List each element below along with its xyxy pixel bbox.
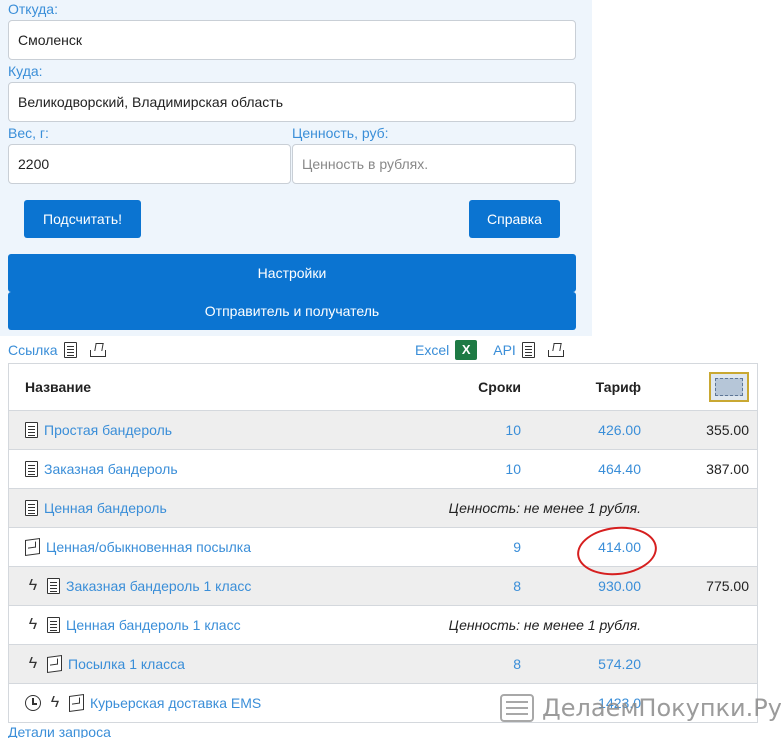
weight-label: Вес, г: (8, 125, 49, 141)
export-toolbar: Excel X API (415, 340, 565, 360)
value-note: Ценность: не менее 1 рубля. (448, 617, 641, 633)
value-label: Ценность, руб: (292, 125, 389, 141)
api-link[interactable]: API (493, 342, 516, 358)
value-note: Ценность: не менее 1 рубля. (448, 500, 641, 516)
table-row: ϟ Посылка 1 класса 8 574.20 (9, 645, 757, 684)
parcel-box-icon (25, 537, 40, 557)
from-input[interactable] (8, 20, 576, 60)
alt-tariff-value: 387.00 (706, 461, 749, 477)
watermark-logo-icon (500, 694, 534, 722)
delivery-time: 8 (513, 578, 521, 594)
lightning-icon: ϟ (28, 577, 38, 594)
parcel-box-icon (47, 654, 62, 674)
excel-icon[interactable]: X (455, 340, 478, 360)
table-row: ϟ Ценная бандероль 1 класс Ценность: не м… (9, 606, 757, 645)
delivery-time: 10 (505, 461, 521, 477)
download-icon[interactable] (89, 343, 107, 357)
service-link[interactable]: Курьерская доставка EMS (90, 695, 261, 711)
service-link[interactable]: Ценная бандероль 1 класс (66, 617, 241, 633)
link-toolbar: Ссылка (8, 340, 107, 360)
table-row: Простая бандероль 10 426.00 355.00 (9, 411, 757, 450)
watermark: ДелаемПокупки.Ру (500, 694, 781, 722)
parcel-box-icon (69, 693, 84, 713)
help-button[interactable]: Справка (469, 200, 560, 238)
delivery-time: 8 (513, 656, 521, 672)
lightning-icon: ϟ (50, 694, 60, 711)
calculate-button[interactable]: Подсчитать! (24, 200, 141, 238)
clipboard-icon[interactable] (521, 342, 535, 358)
parcel-doc-icon (25, 461, 38, 477)
table-header: Название Сроки Тариф (9, 364, 757, 411)
tariff-value[interactable]: 574.20 (598, 645, 641, 683)
request-details-link[interactable]: Детали запроса (8, 724, 111, 738)
service-link[interactable]: Ценная бандероль (44, 500, 167, 516)
service-link[interactable]: Посылка 1 класса (68, 656, 185, 672)
service-link[interactable]: Ценная/обыкновенная посылка (46, 539, 251, 555)
parcel-doc-icon (47, 617, 60, 633)
results-table: Название Сроки Тариф Простая бандероль 1… (8, 363, 758, 723)
download-icon[interactable] (547, 343, 565, 357)
header-time: Сроки (478, 379, 521, 395)
stamp-icon (709, 372, 749, 402)
service-link[interactable]: Простая бандероль (44, 422, 172, 438)
sender-receiver-toggle[interactable]: Отправитель и получатель (8, 292, 576, 330)
lightning-icon: ϟ (28, 616, 38, 633)
header-name: Название (25, 379, 92, 395)
link-button[interactable]: Ссылка (8, 342, 58, 358)
table-row: Ценная бандероль Ценность: не менее 1 ру… (9, 489, 757, 528)
calculator-form: Откуда: Куда: Вес, г: Ценность, руб: Под… (0, 0, 592, 336)
parcel-doc-icon (25, 500, 38, 516)
value-input[interactable] (292, 144, 576, 184)
tariff-value[interactable]: 414.00 (598, 528, 641, 566)
delivery-time: 10 (505, 422, 521, 438)
tariff-value[interactable]: 464.40 (598, 450, 641, 488)
clipboard-icon[interactable] (63, 342, 77, 358)
header-tariff: Тариф (595, 379, 641, 395)
tariff-value[interactable]: 930.00 (598, 567, 641, 605)
lightning-icon: ϟ (28, 655, 38, 672)
table-row: ϟ Заказная бандероль 1 класс 8 930.00 775… (9, 567, 757, 606)
settings-toggle[interactable]: Настройки (8, 254, 576, 292)
from-label: Откуда: (8, 1, 58, 17)
parcel-doc-icon (25, 422, 38, 438)
excel-link[interactable]: Excel (415, 342, 449, 358)
table-row: Ценная/обыкновенная посылка 9 414.00 (9, 528, 757, 567)
tariff-value[interactable]: 426.00 (598, 411, 641, 449)
table-row: Заказная бандероль 10 464.40 387.00 (9, 450, 757, 489)
alt-tariff-value: 355.00 (706, 422, 749, 438)
service-link[interactable]: Заказная бандероль 1 класс (66, 578, 251, 594)
to-label: Куда: (8, 63, 43, 79)
watermark-text: ДелаемПокупки.Ру (542, 694, 781, 722)
service-link[interactable]: Заказная бандероль (44, 461, 178, 477)
to-input[interactable] (8, 82, 576, 122)
alarm-clock-icon (25, 695, 41, 711)
alt-tariff-value: 775.00 (706, 578, 749, 594)
parcel-doc-icon (47, 578, 60, 594)
delivery-time: 9 (513, 539, 521, 555)
weight-input[interactable] (8, 144, 291, 184)
